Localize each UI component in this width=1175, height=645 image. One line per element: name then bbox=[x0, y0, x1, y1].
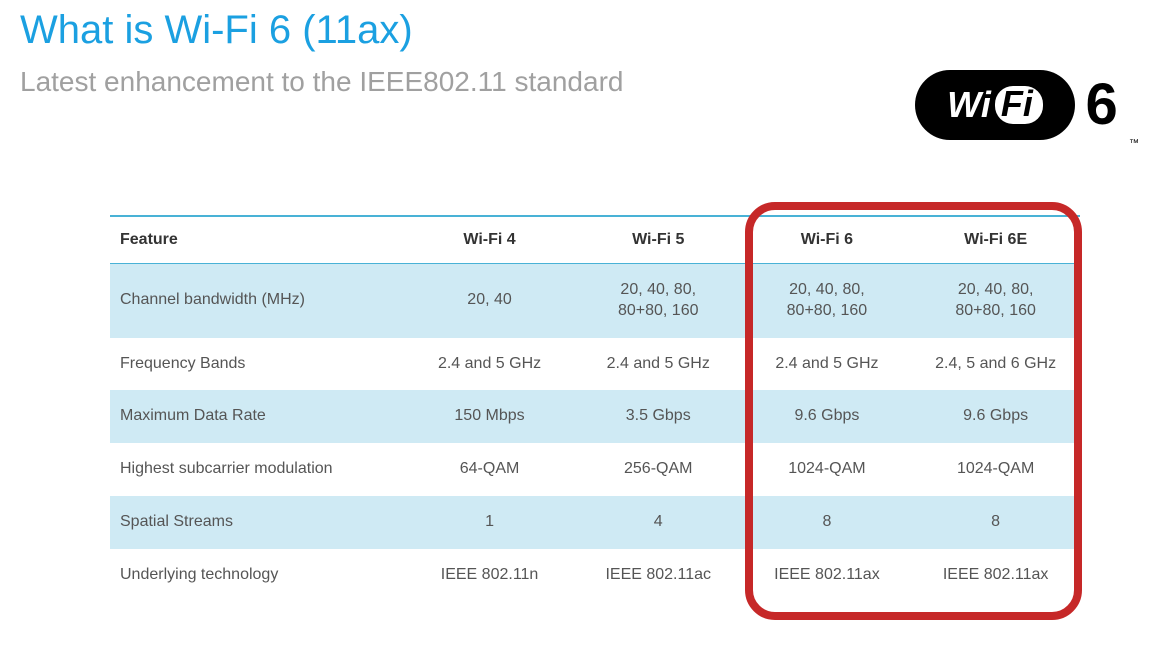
table-row: Underlying technologyIEEE 802.11nIEEE 80… bbox=[110, 549, 1080, 602]
value-cell: 9.6 Gbps bbox=[911, 390, 1080, 443]
table-row: Frequency Bands2.4 and 5 GHz2.4 and 5 GH… bbox=[110, 338, 1080, 391]
value-cell: 2.4 and 5 GHz bbox=[743, 338, 912, 391]
value-cell: 1 bbox=[405, 496, 574, 549]
header-wifi6e: Wi-Fi 6E bbox=[911, 216, 1080, 264]
wifi-badge: Wi Fi bbox=[915, 70, 1075, 140]
comparison-table-wrap: Feature Wi-Fi 4 Wi-Fi 5 Wi-Fi 6 Wi-Fi 6E… bbox=[110, 215, 1080, 602]
value-cell: 8 bbox=[743, 496, 912, 549]
value-cell: IEEE 802.11ac bbox=[574, 549, 743, 602]
value-cell: 2.4, 5 and 6 GHz bbox=[911, 338, 1080, 391]
value-cell: 3.5 Gbps bbox=[574, 390, 743, 443]
value-cell: 150 Mbps bbox=[405, 390, 574, 443]
value-cell: 20, 40 bbox=[405, 264, 574, 338]
wifi6-logo: Wi Fi 6 ™ bbox=[915, 70, 1135, 145]
feature-cell: Maximum Data Rate bbox=[110, 390, 405, 443]
value-cell: 20, 40, 80,80+80, 160 bbox=[911, 264, 1080, 338]
trademark-icon: ™ bbox=[1129, 138, 1139, 149]
value-cell: 1024-QAM bbox=[911, 443, 1080, 496]
feature-cell: Underlying technology bbox=[110, 549, 405, 602]
value-cell: 4 bbox=[574, 496, 743, 549]
logo-fi-text: Fi bbox=[995, 86, 1043, 124]
value-cell: 20, 40, 80,80+80, 160 bbox=[574, 264, 743, 338]
value-cell: 2.4 and 5 GHz bbox=[405, 338, 574, 391]
feature-cell: Spatial Streams bbox=[110, 496, 405, 549]
header-feature: Feature bbox=[110, 216, 405, 264]
table-row: Channel bandwidth (MHz)20, 4020, 40, 80,… bbox=[110, 264, 1080, 338]
feature-cell: Channel bandwidth (MHz) bbox=[110, 264, 405, 338]
table-row: Highest subcarrier modulation64-QAM256-Q… bbox=[110, 443, 1080, 496]
value-cell: IEEE 802.11ax bbox=[743, 549, 912, 602]
value-cell: IEEE 802.11ax bbox=[911, 549, 1080, 602]
page-title: What is Wi-Fi 6 (11ax) bbox=[20, 8, 413, 53]
value-cell: 1024-QAM bbox=[743, 443, 912, 496]
table-row: Maximum Data Rate150 Mbps3.5 Gbps9.6 Gbp… bbox=[110, 390, 1080, 443]
table-row: Spatial Streams1488 bbox=[110, 496, 1080, 549]
value-cell: 8 bbox=[911, 496, 1080, 549]
feature-cell: Highest subcarrier modulation bbox=[110, 443, 405, 496]
logo-six-text: 6 bbox=[1085, 70, 1117, 140]
comparison-table: Feature Wi-Fi 4 Wi-Fi 5 Wi-Fi 6 Wi-Fi 6E… bbox=[110, 215, 1080, 602]
table-header-row: Feature Wi-Fi 4 Wi-Fi 5 Wi-Fi 6 Wi-Fi 6E bbox=[110, 216, 1080, 264]
header-wifi5: Wi-Fi 5 bbox=[574, 216, 743, 264]
page-subtitle: Latest enhancement to the IEEE802.11 sta… bbox=[20, 66, 623, 98]
value-cell: 9.6 Gbps bbox=[743, 390, 912, 443]
value-cell: 64-QAM bbox=[405, 443, 574, 496]
value-cell: IEEE 802.11n bbox=[405, 549, 574, 602]
value-cell: 256-QAM bbox=[574, 443, 743, 496]
value-cell: 2.4 and 5 GHz bbox=[574, 338, 743, 391]
header-wifi4: Wi-Fi 4 bbox=[405, 216, 574, 264]
header-wifi6: Wi-Fi 6 bbox=[743, 216, 912, 264]
value-cell: 20, 40, 80,80+80, 160 bbox=[743, 264, 912, 338]
feature-cell: Frequency Bands bbox=[110, 338, 405, 391]
logo-wi-text: Wi bbox=[947, 84, 991, 126]
